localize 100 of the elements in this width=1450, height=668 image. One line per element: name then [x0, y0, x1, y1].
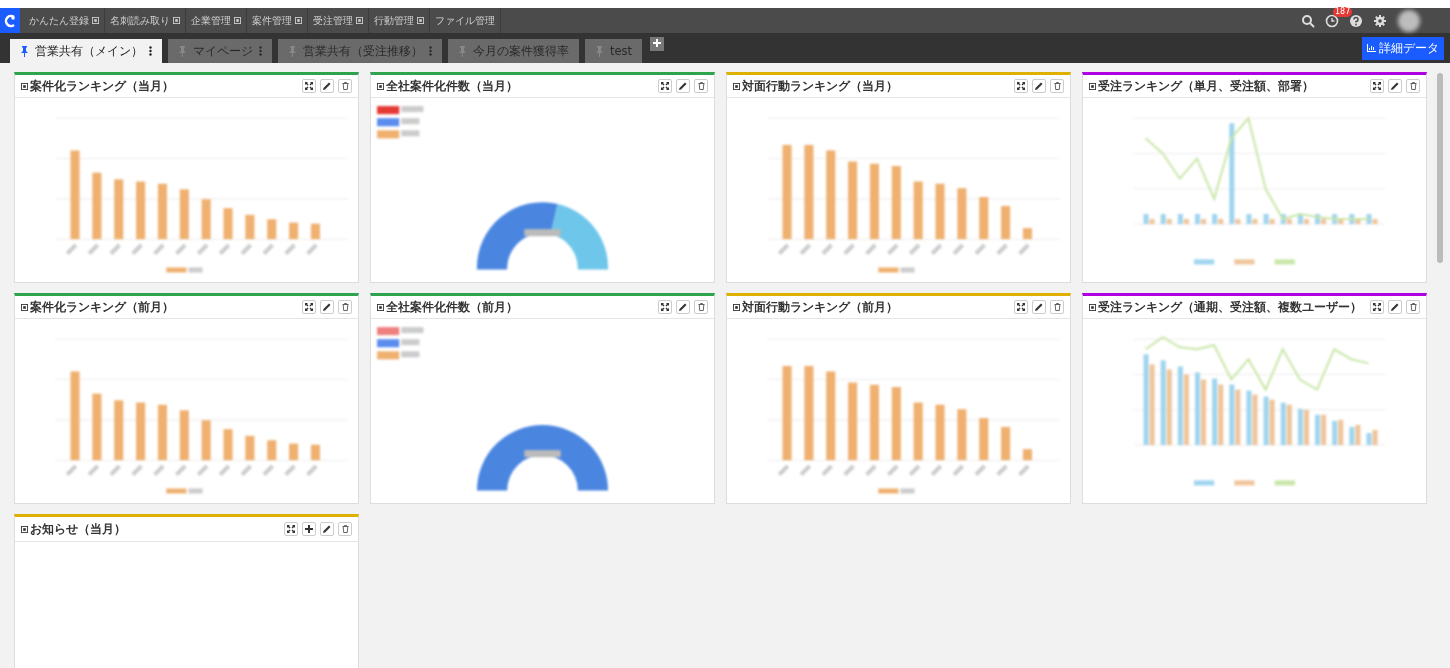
blurred-legend-label [900, 488, 915, 494]
detail-data-button[interactable]: 詳細データ [1362, 36, 1444, 60]
widget-title: 対面行動ランキング（前月） [733, 298, 1010, 316]
expand-icon [1089, 303, 1096, 311]
blurred-axis-label [952, 244, 965, 256]
blurred-axis-label [218, 244, 231, 256]
blurred-axis-label [865, 465, 877, 477]
expand-button[interactable] [302, 300, 316, 315]
expand-button[interactable] [658, 300, 672, 315]
edit-button[interactable] [320, 79, 334, 94]
expand-icon [377, 82, 384, 90]
legend-swatch [1234, 480, 1255, 486]
fullscreen-icon [305, 303, 313, 312]
expand-icon [21, 525, 28, 533]
widget-title: 案件化ランキング（当月） [21, 77, 298, 95]
chart-bar [913, 402, 923, 461]
blurred-axis-label [908, 465, 921, 477]
legend-swatch [377, 351, 400, 360]
settings-icon[interactable] [1373, 13, 1387, 28]
expand-button[interactable] [302, 79, 316, 94]
trash-icon [341, 525, 349, 533]
search-icon[interactable] [1301, 13, 1315, 28]
expand-icon [234, 17, 241, 24]
app-logo[interactable] [0, 8, 20, 33]
edit-button[interactable] [1388, 300, 1402, 315]
delete-button[interactable] [694, 79, 708, 94]
delete-button[interactable] [1050, 300, 1064, 315]
bar-chart-icon [1367, 44, 1376, 52]
blurred-axis-label [887, 244, 899, 256]
expand-button[interactable] [1370, 79, 1384, 94]
edit-button[interactable] [676, 300, 690, 315]
expand-icon [21, 82, 28, 90]
expand-button[interactable] [1014, 79, 1028, 94]
expand-button[interactable] [1014, 300, 1028, 315]
edit-button[interactable] [1032, 79, 1046, 94]
fullscreen-icon [1017, 82, 1025, 91]
blurred-axis-label [777, 244, 790, 256]
trash-icon [341, 303, 349, 312]
expand-icon [1089, 82, 1096, 90]
blurred-axis-label [87, 244, 100, 256]
notification-badge: 187 [1333, 6, 1353, 17]
delete-button[interactable] [1406, 79, 1420, 94]
add-tab-button[interactable] [650, 37, 665, 51]
delete-button[interactable] [338, 300, 352, 315]
expand-button[interactable] [1370, 300, 1384, 315]
edit-button[interactable] [676, 79, 690, 94]
blurred-axis-label [930, 244, 943, 256]
chart-bar [136, 402, 146, 461]
blurred-axis-label [196, 465, 209, 477]
blurred-legend-label [401, 118, 420, 125]
add-button[interactable] [302, 522, 316, 536]
trash-icon [1053, 82, 1061, 91]
expand-icon [356, 17, 363, 24]
blurred-axis-label [821, 465, 833, 477]
blurred-axis-label [821, 244, 833, 256]
chart-bar [957, 409, 967, 461]
trash-icon [341, 82, 349, 91]
blurred-gauge-value [524, 229, 561, 237]
edit-button[interactable] [1388, 79, 1402, 94]
clock-icon[interactable] [1325, 13, 1339, 28]
scrollbar[interactable] [1437, 73, 1443, 263]
delete-button[interactable] [1050, 79, 1064, 94]
blurred-axis-label [306, 244, 318, 256]
blurred-axis-label [65, 465, 78, 477]
blurred-axis-label [196, 244, 209, 256]
blurred-axis-label [175, 465, 187, 477]
delete-button[interactable] [1406, 300, 1420, 315]
pencil-icon [1035, 303, 1043, 312]
blurred-axis-label [218, 465, 231, 477]
more-icon[interactable] [149, 46, 152, 56]
legend-swatch [878, 267, 899, 273]
blurred-axis-label [799, 244, 812, 256]
trash-icon [1053, 303, 1061, 312]
edit-button[interactable] [1032, 300, 1046, 315]
fullscreen-icon [1373, 82, 1381, 91]
blurred-axis-label [930, 465, 943, 477]
chart-bar [913, 181, 923, 240]
expand-button[interactable] [284, 522, 298, 536]
chart-bar [92, 173, 102, 240]
edit-button[interactable] [320, 522, 334, 536]
blurred-axis-label [284, 465, 296, 477]
blurred-axis-label [974, 244, 986, 256]
user-avatar[interactable] [1398, 9, 1420, 32]
delete-button[interactable] [694, 300, 708, 315]
fullscreen-icon [287, 525, 295, 533]
pin-icon [595, 45, 604, 57]
blurred-axis-label [1018, 465, 1030, 477]
widget-title: 対面行動ランキング（当月） [733, 77, 1010, 95]
blurred-axis-label [306, 465, 318, 477]
chart-bar [979, 418, 989, 461]
chart-bar [1022, 228, 1032, 240]
help-icon[interactable] [1349, 13, 1363, 28]
edit-button[interactable] [320, 300, 334, 315]
expand-button[interactable] [658, 79, 672, 94]
pencil-icon [323, 303, 331, 312]
delete-button[interactable] [338, 79, 352, 94]
pin-icon [288, 45, 297, 57]
dashboard-tab[interactable]: 営業共有（メイン） [10, 39, 162, 63]
chart-bar [310, 445, 320, 461]
delete-button[interactable] [338, 522, 352, 536]
